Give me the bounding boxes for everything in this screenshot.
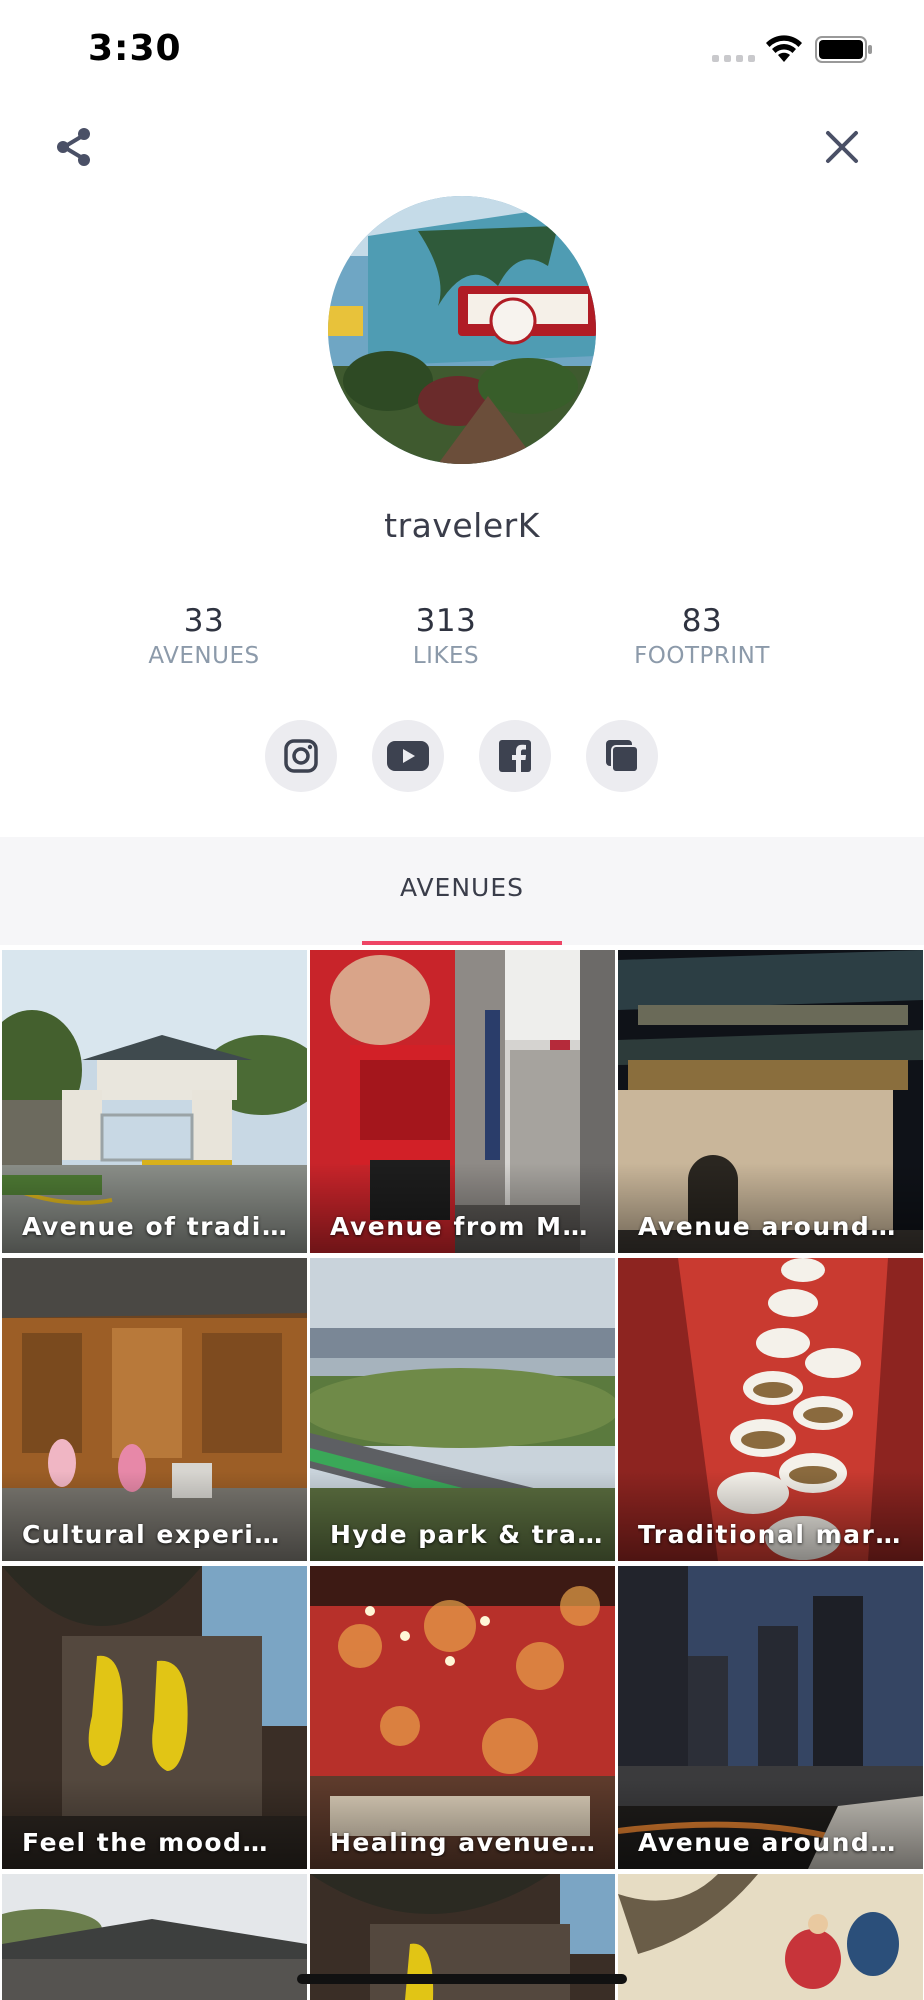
instagram-button[interactable] [265, 720, 337, 792]
instagram-icon [284, 739, 318, 773]
avenue-title: Feel the mood… [22, 1828, 269, 1857]
stat-value: 33 [183, 603, 225, 639]
avenue-tile[interactable]: Hyde park & tra… [310, 1258, 615, 1561]
status-time: 3:30 [88, 28, 182, 69]
stat-avenues[interactable]: 33 AVENUES [94, 603, 314, 669]
avenue-tile[interactable]: Feel the mood… [2, 1566, 307, 1869]
stat-likes[interactable]: 313 LIKES [336, 603, 556, 669]
stat-value: 313 [415, 603, 477, 639]
avenue-tile[interactable] [2, 1874, 307, 2000]
close-icon [826, 131, 858, 163]
avenue-title: Hyde park & tra… [330, 1520, 601, 1549]
avenue-tile[interactable] [618, 1874, 923, 2000]
stat-label: FOOTPRINT [634, 643, 770, 669]
tab-avenues[interactable]: AVENUES [0, 873, 924, 902]
avenue-title: Healing avenue… [330, 1828, 597, 1857]
wifi-icon [766, 35, 802, 62]
avenue-tile[interactable]: Avenue around… [618, 950, 923, 1253]
username: travelerK [384, 506, 540, 545]
avenue-tile[interactable]: Cultural experi… [2, 1258, 307, 1561]
battery-icon [815, 36, 872, 63]
close-button[interactable] [810, 115, 874, 179]
facebook-icon [499, 740, 531, 773]
stat-footprint[interactable]: 83 FOOTPRINT [592, 603, 812, 669]
avatar[interactable] [328, 196, 596, 464]
avenue-tile[interactable]: Avenue from M… [310, 950, 615, 1253]
profile-stats: 33 AVENUES 313 LIKES 83 FOOTPRINT [0, 603, 924, 683]
avenue-tile[interactable]: Healing avenue… [310, 1566, 615, 1869]
stat-value: 83 [681, 603, 723, 639]
blog-icon [606, 740, 639, 773]
home-indicator[interactable] [297, 1974, 627, 1984]
cellular-signal-icon [712, 55, 755, 62]
youtube-button[interactable] [372, 720, 444, 792]
active-tab-indicator [362, 941, 562, 945]
avenue-title: Avenue around… [638, 1828, 897, 1857]
social-links [265, 720, 658, 792]
avenue-tile[interactable]: Avenue of tradi… [2, 950, 307, 1253]
status-bar: 3:30 [0, 0, 924, 100]
avenue-title: Cultural experi… [22, 1520, 281, 1549]
profile-tab-bar: AVENUES [0, 837, 924, 945]
youtube-icon [387, 741, 429, 771]
share-button[interactable] [42, 115, 106, 179]
stat-label: AVENUES [148, 643, 260, 669]
avenue-title: Avenue of tradi… [22, 1212, 289, 1241]
facebook-button[interactable] [479, 720, 551, 792]
avenue-title: Avenue from M… [330, 1212, 589, 1241]
avenue-title: Traditional mar… [638, 1520, 902, 1549]
share-icon [57, 128, 90, 166]
avenue-title: Avenue around… [638, 1212, 897, 1241]
stat-label: LIKES [412, 643, 480, 669]
blog-button[interactable] [586, 720, 658, 792]
avenue-tile[interactable]: Traditional mar… [618, 1258, 923, 1561]
avenue-tile[interactable]: Avenue around… [618, 1566, 923, 1869]
